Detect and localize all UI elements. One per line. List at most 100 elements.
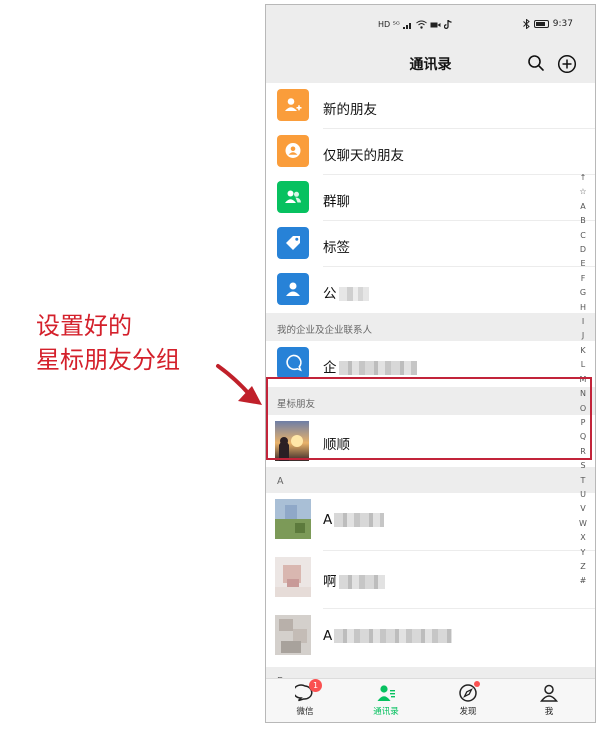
search-icon[interactable]: [527, 54, 545, 72]
index-letter[interactable]: R: [576, 445, 590, 459]
chat-only-icon: [277, 135, 309, 167]
index-letter[interactable]: Y: [576, 546, 590, 560]
section-header-enterprise: 我的企业及企业联系人: [266, 313, 595, 341]
wifi-icon: [416, 20, 427, 29]
official-accounts-item[interactable]: 公: [266, 267, 595, 313]
enterprise-text: 企: [323, 360, 337, 376]
index-letter[interactable]: M: [576, 373, 590, 387]
tab-me[interactable]: 我: [519, 683, 579, 717]
blurred-text: [334, 629, 453, 643]
index-letter[interactable]: K: [576, 344, 590, 358]
index-letter[interactable]: S: [576, 459, 590, 473]
contact-item[interactable]: A: [266, 493, 595, 551]
index-letter[interactable]: B: [576, 214, 590, 228]
tab-contacts[interactable]: 通讯录: [356, 683, 416, 717]
index-letter[interactable]: H: [576, 301, 590, 315]
contact-name: A: [323, 512, 385, 528]
contacts-icon: [376, 683, 396, 703]
camera-icon: [430, 22, 441, 27]
enterprise-chat-icon: [277, 347, 309, 379]
group-chats-item[interactable]: 群聊: [266, 175, 595, 221]
annotation-text: 设置好的 星标朋友分组: [36, 309, 180, 377]
notification-dot: [474, 681, 480, 687]
tags-item[interactable]: 标签: [266, 221, 595, 267]
alphabet-index[interactable]: ↑ ☆ A B C D E F G H I J K L M N O P Q R S T U V W X Y Z #: [576, 171, 590, 589]
starred-contact-name: 顺顺: [323, 437, 350, 453]
status-right: 9:37: [522, 19, 573, 29]
official-account-icon: [277, 273, 309, 305]
index-letter[interactable]: P: [576, 416, 590, 430]
index-letter[interactable]: E: [576, 257, 590, 271]
tab-discover[interactable]: 发现: [438, 681, 498, 717]
tab-me-label: 我: [544, 707, 554, 717]
blurred-text: [338, 575, 385, 589]
add-circle-icon[interactable]: [557, 54, 577, 74]
index-letter[interactable]: O: [576, 402, 590, 416]
index-letter[interactable]: F: [576, 272, 590, 286]
tab-discover-label: 发现: [459, 707, 477, 717]
index-letter[interactable]: I: [576, 315, 590, 329]
tab-contacts-label: 通讯录: [373, 707, 399, 717]
new-friends-item[interactable]: 新的朋友: [266, 83, 595, 129]
blurred-text: [338, 287, 369, 301]
contact-item[interactable]: 啊: [266, 551, 595, 609]
status-time: 9:37: [552, 19, 573, 29]
index-letter[interactable]: D: [576, 243, 590, 257]
index-letter[interactable]: N: [576, 387, 590, 401]
index-letter[interactable]: ☆: [576, 185, 590, 199]
status-icons: HD ⁵ᴳ: [378, 20, 452, 29]
page-title: 通讯录: [409, 57, 452, 73]
chat-bubble-icon: 1: [292, 679, 322, 703]
chat-only-friends-label: 仅聊天的朋友: [323, 148, 404, 164]
contact-item[interactable]: A: [266, 609, 595, 667]
group-chat-icon: [277, 181, 309, 213]
index-letter[interactable]: G: [576, 286, 590, 300]
annotation-line-1: 设置好的: [36, 312, 132, 340]
starred-contact-item[interactable]: 顺顺: [266, 415, 595, 467]
tags-label: 标签: [323, 240, 350, 256]
tab-chats[interactable]: 1 微信: [275, 679, 335, 717]
index-letter[interactable]: C: [576, 229, 590, 243]
index-letter[interactable]: V: [576, 502, 590, 516]
index-letter[interactable]: Z: [576, 560, 590, 574]
signal-icon: [402, 22, 411, 29]
avatar: [275, 421, 309, 461]
enterprise-label: 企: [323, 356, 417, 376]
chat-only-friends-item[interactable]: 仅聊天的朋友: [266, 129, 595, 175]
new-friends-label: 新的朋友: [323, 102, 377, 118]
tag-icon: [277, 227, 309, 259]
section-header-starred: 星标朋友: [266, 387, 595, 415]
index-letter[interactable]: J: [576, 329, 590, 343]
index-letter[interactable]: T: [576, 474, 590, 488]
index-letter[interactable]: Q: [576, 430, 590, 444]
battery-icon: [533, 20, 549, 28]
index-letter[interactable]: A: [576, 200, 590, 214]
group-chats-label: 群聊: [323, 194, 350, 210]
official-accounts-label: 公: [323, 282, 369, 302]
index-letter[interactable]: U: [576, 488, 590, 502]
index-letter[interactable]: L: [576, 358, 590, 372]
blurred-text: [338, 361, 417, 375]
index-letter[interactable]: W: [576, 517, 590, 531]
tab-chats-label: 微信: [296, 707, 314, 717]
index-letter[interactable]: ↑: [576, 171, 590, 185]
bluetooth-icon: [522, 19, 530, 29]
contact-name: 啊: [323, 570, 385, 590]
contact-initial: A: [323, 628, 333, 644]
contact-initial: 啊: [323, 574, 337, 590]
avatar: [275, 615, 311, 655]
avatar: [275, 557, 311, 597]
official-accounts-text: 公: [323, 286, 337, 302]
tab-bar: 1 微信 通讯录 发现 我: [266, 678, 595, 722]
header-bar: 通讯录: [266, 43, 595, 83]
contact-initial: A: [323, 512, 333, 528]
compass-icon: [458, 681, 480, 703]
index-letter[interactable]: #: [576, 574, 590, 588]
enterprise-contacts-item[interactable]: 企: [266, 341, 595, 387]
index-letter[interactable]: X: [576, 531, 590, 545]
avatar: [275, 499, 311, 539]
blurred-text: [334, 513, 385, 527]
person-icon: [539, 683, 559, 703]
contact-list: 新的朋友 仅聊天的朋友 群聊 标签 公 我的企业及企业联系人 企 星标朋友 顺顺…: [266, 83, 595, 722]
unread-badge: 1: [309, 679, 322, 692]
